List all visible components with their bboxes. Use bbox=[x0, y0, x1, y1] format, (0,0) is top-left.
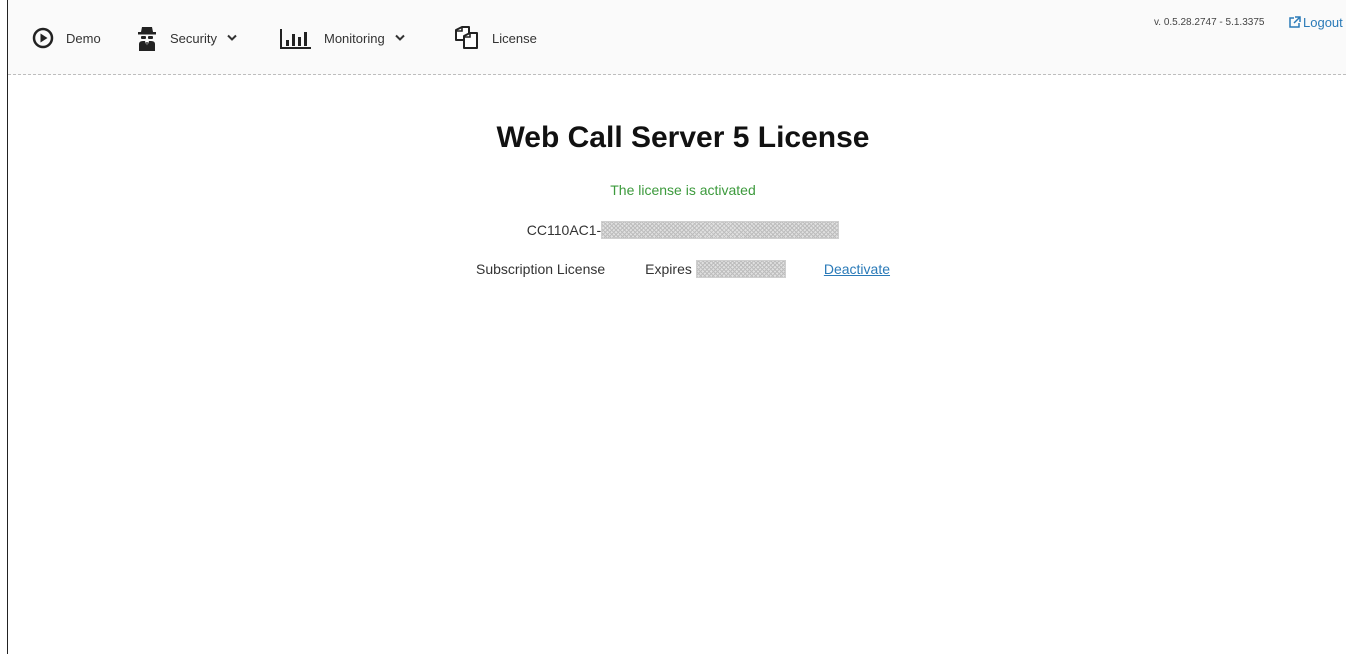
nav-demo[interactable]: Demo bbox=[32, 20, 101, 56]
license-status: The license is activated bbox=[610, 182, 756, 198]
nav-demo-label: Demo bbox=[66, 30, 101, 46]
subscription-row: Subscription License Expires Deactivate bbox=[8, 260, 1346, 278]
nav-security-label: Security bbox=[170, 30, 217, 46]
chevron-down-icon bbox=[227, 34, 237, 42]
app-frame: Demo Security Monitoring License v. 0.5.… bbox=[7, 0, 1346, 654]
nav-monitoring-label: Monitoring bbox=[324, 30, 385, 46]
deactivate-link[interactable]: Deactivate bbox=[824, 261, 890, 277]
nav-license-label: License bbox=[492, 30, 537, 46]
nav-monitoring[interactable]: Monitoring bbox=[280, 20, 405, 56]
version-text: v. 0.5.28.2747 - 5.1.3375 bbox=[1154, 17, 1265, 28]
expires-label: Expires bbox=[645, 261, 692, 277]
bar-chart-icon bbox=[280, 27, 312, 49]
play-circle-icon bbox=[32, 27, 54, 49]
page-title: Web Call Server 5 License bbox=[496, 121, 870, 154]
external-link-icon bbox=[1289, 16, 1301, 28]
nav-security[interactable]: Security bbox=[136, 20, 237, 56]
expiry-date-redacted bbox=[695, 260, 786, 278]
top-navbar: Demo Security Monitoring License v. 0.5.… bbox=[8, 0, 1346, 75]
license-type: Subscription License bbox=[475, 261, 606, 277]
spy-icon bbox=[136, 25, 158, 51]
copy-documents-icon bbox=[452, 26, 480, 50]
license-key-redacted bbox=[601, 221, 840, 239]
license-key-prefix: CC110AC1- bbox=[526, 222, 602, 238]
chevron-down-icon bbox=[394, 34, 405, 42]
license-key-row: CC110AC1- bbox=[8, 221, 1346, 239]
nav-license[interactable]: License bbox=[452, 20, 537, 56]
logout-link[interactable]: Logout bbox=[1288, 15, 1343, 30]
logout-label: Logout bbox=[1303, 15, 1343, 30]
